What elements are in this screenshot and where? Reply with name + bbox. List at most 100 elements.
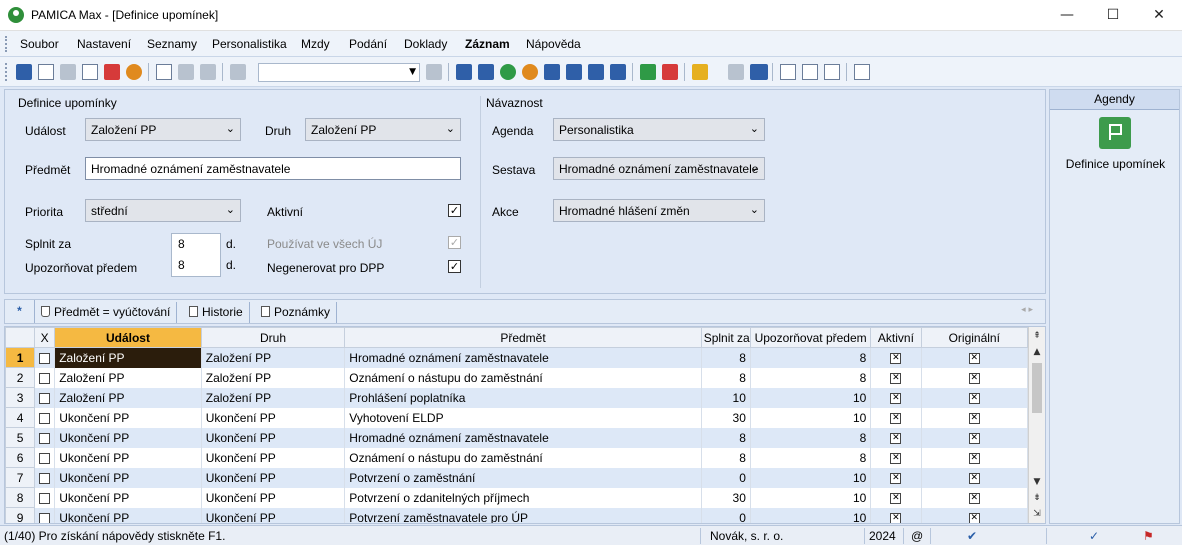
status-flag-icon[interactable]: ⚑ bbox=[1143, 529, 1154, 543]
chart-report-icon[interactable] bbox=[478, 64, 494, 80]
cell-udalost[interactable]: Ukončení PP bbox=[54, 467, 202, 488]
cell-splnit-za[interactable]: 30 bbox=[701, 407, 751, 428]
red-flag-icon[interactable] bbox=[662, 64, 678, 80]
table-row[interactable]: 9 Ukončení PP Ukončení PP Potvrzení zaměstn… bbox=[5, 507, 1029, 523]
menu-podani[interactable]: Podání bbox=[349, 37, 387, 51]
cell-udalost[interactable]: Založení PP bbox=[54, 387, 202, 408]
menu-napoveda[interactable]: Nápověda bbox=[526, 37, 581, 51]
col-predmet[interactable]: Předmět bbox=[344, 327, 702, 348]
cell-splnit-za[interactable]: 0 bbox=[701, 467, 751, 488]
col-splnit-za[interactable]: Splnit za bbox=[700, 327, 751, 348]
cell-upozornovat[interactable]: 8 bbox=[750, 347, 872, 368]
delete-record-icon[interactable] bbox=[200, 64, 216, 80]
cell-originalni-checkbox[interactable]: ✕ bbox=[921, 347, 1029, 368]
cell-splnit-za[interactable]: 30 bbox=[701, 487, 751, 508]
cell-splnit-za[interactable]: 10 bbox=[701, 387, 751, 408]
cell-upozornovat[interactable]: 8 bbox=[750, 367, 872, 388]
cell-predmet[interactable]: Vyhotovení ELDP bbox=[344, 407, 702, 428]
copy-icon[interactable] bbox=[38, 64, 54, 80]
cell-predmet[interactable]: Oznámení o nástupu do zaměstnání bbox=[344, 447, 702, 468]
row-number[interactable]: 2 bbox=[5, 367, 36, 388]
pdf-export-icon[interactable] bbox=[104, 64, 120, 80]
vertical-scrollbar[interactable]: ⇞ ▲ ▼ ⇟ ⇲ bbox=[1028, 327, 1045, 523]
menu-zaznam[interactable]: Záznam bbox=[465, 37, 510, 51]
cell-udalost[interactable]: Ukončení PP bbox=[54, 447, 202, 468]
table-row[interactable]: 1 Založení PP Založení PP Hromadné oznámení… bbox=[5, 347, 1029, 368]
green-flag-icon[interactable] bbox=[640, 64, 656, 80]
close-button[interactable]: ✕ bbox=[1136, 0, 1182, 31]
cell-udalost[interactable]: Založení PP bbox=[54, 367, 202, 388]
cell-druh[interactable]: Ukončení PP bbox=[201, 447, 346, 468]
save-icon[interactable] bbox=[16, 64, 32, 80]
cell-druh[interactable]: Ukončení PP bbox=[201, 487, 346, 508]
cell-originalni-checkbox[interactable]: ✕ bbox=[921, 427, 1029, 448]
cell-druh[interactable]: Založení PP bbox=[201, 347, 346, 368]
cell-upozornovat[interactable]: 8 bbox=[750, 447, 872, 468]
person-green-icon[interactable] bbox=[500, 64, 516, 80]
cell-aktivni-checkbox[interactable]: ✕ bbox=[870, 387, 922, 408]
cell-druh[interactable]: Ukončení PP bbox=[201, 507, 346, 523]
window-layout-icon[interactable] bbox=[780, 64, 796, 80]
upozornovat-input[interactable]: 8 bbox=[178, 258, 185, 272]
cell-aktivni-checkbox[interactable]: ✕ bbox=[870, 407, 922, 428]
cell-splnit-za[interactable]: 8 bbox=[701, 347, 751, 368]
cell-originalni-checkbox[interactable]: ✕ bbox=[921, 487, 1029, 508]
tab-poznamky[interactable]: Poznámky bbox=[257, 302, 338, 323]
aktivni-checkbox[interactable]: ✓ bbox=[448, 204, 461, 217]
calculator-icon[interactable] bbox=[728, 64, 744, 80]
cell-splnit-za[interactable]: 8 bbox=[701, 427, 751, 448]
row-number[interactable]: 4 bbox=[5, 407, 36, 428]
agenda-select[interactable]: Personalistika ⌄ bbox=[553, 118, 765, 141]
menu-soubor[interactable]: Soubor bbox=[20, 37, 59, 51]
tab-all[interactable]: * bbox=[5, 300, 35, 323]
col-x[interactable]: X bbox=[34, 327, 56, 348]
scroll-top-icon[interactable]: ⇞ bbox=[1029, 329, 1045, 343]
m-document-icon[interactable] bbox=[588, 64, 604, 80]
row-number[interactable]: 8 bbox=[5, 487, 36, 508]
form-view-icon[interactable] bbox=[802, 64, 818, 80]
context-help-icon[interactable] bbox=[854, 64, 870, 80]
scroll-corner-icon[interactable]: ⇲ bbox=[1029, 507, 1045, 521]
cell-aktivni-checkbox[interactable]: ✕ bbox=[870, 347, 922, 368]
priorita-select[interactable]: střední ⌄ bbox=[85, 199, 241, 222]
col-originalni[interactable]: Originální bbox=[920, 327, 1029, 348]
row-select-checkbox[interactable] bbox=[34, 387, 56, 408]
calendar-icon[interactable] bbox=[544, 64, 560, 80]
row-number[interactable]: 9 bbox=[5, 507, 36, 523]
scroll-up-icon[interactable]: ▲ bbox=[1029, 345, 1045, 359]
cell-udalost[interactable]: Ukončení PP bbox=[54, 487, 202, 508]
cell-udalost[interactable]: Ukončení PP bbox=[54, 507, 202, 523]
col-aktivni[interactable]: Aktivní bbox=[870, 327, 922, 348]
cell-aktivni-checkbox[interactable]: ✕ bbox=[870, 447, 922, 468]
cell-upozornovat[interactable]: 10 bbox=[750, 387, 872, 408]
udalost-select[interactable]: Založení PP ⌄ bbox=[85, 118, 241, 141]
row-select-checkbox[interactable] bbox=[34, 467, 56, 488]
cell-predmet[interactable]: Potvrzení zaměstnavatele pro ÚP bbox=[344, 507, 702, 523]
cell-predmet[interactable]: Hromadné oznámení zaměstnavatele bbox=[344, 347, 702, 368]
table-view-icon[interactable] bbox=[824, 64, 840, 80]
cell-upozornovat[interactable]: 10 bbox=[750, 507, 872, 523]
menu-personalistika[interactable]: Personalistika bbox=[212, 37, 287, 51]
cell-udalost[interactable]: Ukončení PP bbox=[54, 407, 202, 428]
cell-splnit-za[interactable]: 0 bbox=[701, 507, 751, 523]
iban-icon[interactable] bbox=[750, 64, 768, 80]
cell-druh[interactable]: Ukončení PP bbox=[201, 467, 346, 488]
cell-originalni-checkbox[interactable]: ✕ bbox=[921, 387, 1029, 408]
m-report-icon[interactable] bbox=[456, 64, 472, 80]
minimize-button[interactable]: — bbox=[1044, 0, 1090, 31]
agendy-header[interactable]: Agendy bbox=[1050, 90, 1179, 110]
cell-druh[interactable]: Ukončení PP bbox=[201, 407, 346, 428]
row-select-checkbox[interactable] bbox=[34, 487, 56, 508]
cell-splnit-za[interactable]: 8 bbox=[701, 447, 751, 468]
row-select-checkbox[interactable] bbox=[34, 507, 56, 523]
row-number[interactable]: 6 bbox=[5, 447, 36, 468]
new-record-icon[interactable] bbox=[156, 64, 172, 80]
person-orange-icon[interactable] bbox=[522, 64, 538, 80]
menu-doklady[interactable]: Doklady bbox=[404, 37, 447, 51]
print-preview-icon[interactable] bbox=[82, 64, 98, 80]
duplicate-icon[interactable] bbox=[230, 64, 246, 80]
m-add-icon[interactable] bbox=[610, 64, 626, 80]
table-row[interactable]: 5 Ukončení PP Ukončení PP Hromadné oznámení… bbox=[5, 427, 1029, 448]
table-row[interactable]: 6 Ukončení PP Ukončení PP Oznámení o nástup… bbox=[5, 447, 1029, 468]
table-row[interactable]: 2 Založení PP Založení PP Oznámení o nástup… bbox=[5, 367, 1029, 388]
